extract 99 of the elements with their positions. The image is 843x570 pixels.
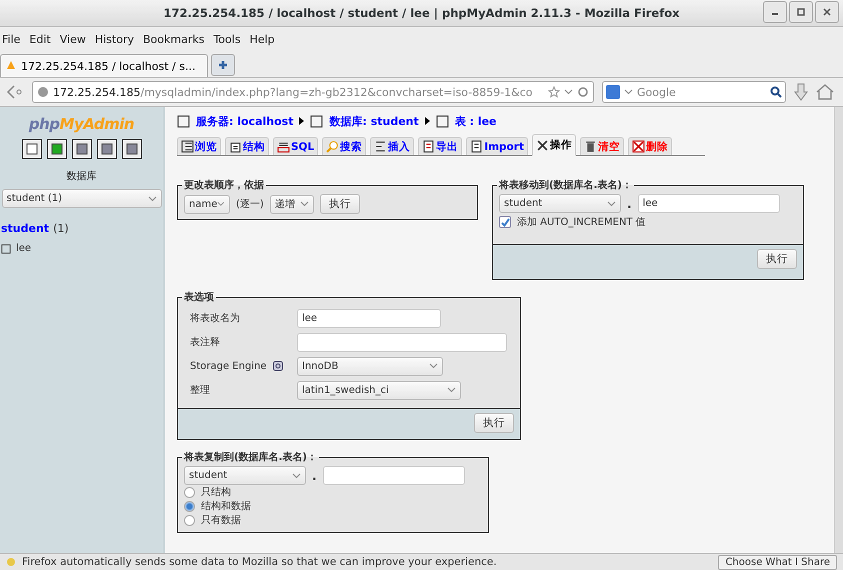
tab[interactable]: 结构 [225, 137, 269, 155]
search-field[interactable]: Google [602, 81, 786, 103]
share-button[interactable]: Choose What I Share [718, 554, 837, 570]
execute-button[interactable]: 执行 [474, 413, 514, 433]
checkbox-label: 添加 AUTO_INCREMENT 值 [517, 216, 646, 229]
order-select[interactable]: 递增 [270, 194, 314, 214]
browser-tab[interactable]: 172.25.254.185 / localhost / s... [0, 54, 208, 77]
menu-item[interactable]: Edit [29, 32, 51, 46]
database-link[interactable]: student [1, 222, 50, 235]
maximize-button[interactable] [789, 1, 813, 23]
execute-button[interactable]: 执行 [320, 194, 360, 214]
panel-legend: 更改表顺序，依据 [182, 178, 266, 192]
logo: phpMyAdmin [28, 115, 134, 133]
field-label: 将表改名为 [190, 312, 240, 325]
radio-button[interactable] [184, 500, 195, 512]
trash-icon [584, 140, 597, 153]
delete-icon [632, 140, 645, 153]
table-link[interactable]: lee [16, 243, 32, 254]
tab[interactable]: 浏览 [177, 137, 221, 155]
database-select[interactable]: student [184, 466, 306, 485]
field-label: 表注释 [190, 336, 220, 349]
import-icon [470, 140, 484, 153]
radio-label: 只有数据 [201, 514, 241, 527]
panel-legend: 表选项 [182, 290, 216, 304]
menu-item[interactable]: Tools [213, 32, 241, 46]
table-count: (1) [53, 222, 69, 235]
caret-icon [564, 89, 573, 95]
close-button[interactable] [815, 1, 839, 23]
field-label: Storage Engine [190, 360, 267, 372]
tab[interactable]: 操作 [532, 134, 576, 156]
table-name-input[interactable] [322, 466, 465, 485]
column-select[interactable]: name [184, 194, 230, 214]
field-label: 整理 [190, 384, 210, 397]
radio-label: 只结构 [201, 486, 231, 499]
checkbox[interactable] [499, 216, 511, 228]
tab[interactable]: 搜索 [322, 137, 366, 155]
minimize-button[interactable] [763, 1, 787, 23]
order-text: (逐一) [236, 198, 264, 211]
star-icon[interactable] [548, 86, 560, 98]
triangle-icon [424, 117, 430, 125]
download-arrow-icon[interactable] [794, 83, 808, 101]
menu-item[interactable]: File [2, 32, 20, 46]
tab-title: 172.25.254.185 / localhost / s... [21, 60, 196, 72]
back-arrow-icon[interactable] [6, 85, 24, 99]
menu-item[interactable]: View [60, 32, 86, 46]
magnifier-icon [326, 140, 340, 153]
caret-icon [447, 387, 456, 393]
execute-button[interactable]: 执行 [757, 249, 797, 269]
tab[interactable]: SQL [273, 137, 318, 155]
maximize-icon [797, 8, 805, 16]
dot-separator: . [312, 468, 317, 482]
radio-label: 结构和数据 [201, 500, 251, 513]
scrollbar[interactable] [834, 107, 843, 553]
google-icon [606, 85, 620, 99]
menu-item[interactable]: Bookmarks [142, 32, 204, 46]
breadcrumb-link[interactable]: 表 : lee [454, 114, 497, 128]
table-name-input[interactable]: lee [638, 194, 780, 213]
menu-item[interactable]: Help [250, 32, 275, 46]
list-icon [181, 140, 194, 153]
dot-separator: . [627, 196, 632, 210]
new-tab-button[interactable] [211, 54, 235, 76]
close-icon [823, 8, 831, 16]
triangle-icon [299, 117, 304, 125]
globe-icon [37, 86, 49, 98]
tab[interactable]: 插入 [370, 137, 414, 155]
database-select[interactable]: student (1) [2, 189, 162, 208]
reload-icon[interactable] [577, 86, 589, 98]
radio-button[interactable] [184, 486, 195, 498]
bulb-icon [6, 557, 16, 567]
export-icon [422, 140, 436, 153]
checkmark-icon [500, 218, 510, 226]
breadcrumb-link[interactable]: 数据库: student [329, 114, 419, 128]
radio-button[interactable] [184, 514, 195, 526]
plus-icon [218, 60, 228, 70]
panel-legend: 将表复制到(数据库名.表名)： [182, 450, 319, 464]
database-select[interactable]: student [499, 194, 621, 213]
window-title: 172.25.254.185 / localhost / student / lee | phpMyAdmin 2.11.3 - Mozilla Firefox [163, 6, 680, 20]
menu-item[interactable]: History [94, 32, 134, 46]
select-field[interactable]: InnoDB [297, 356, 443, 376]
caret-icon [607, 200, 616, 206]
caret-icon [624, 89, 633, 95]
breadcrumb-link[interactable]: 服务器: localhost [196, 114, 294, 128]
tab[interactable]: Import [466, 137, 528, 155]
panel-legend: 将表移动到(数据库名.表名)： [497, 178, 634, 192]
text-input[interactable] [297, 332, 507, 352]
select-field[interactable]: latin1_swedish_ci [297, 380, 461, 400]
database-label: 数据库 [66, 170, 96, 183]
caret-icon [217, 201, 225, 207]
caret-icon [292, 472, 301, 478]
caret-icon [300, 201, 309, 207]
caret-icon [429, 363, 438, 369]
text-input[interactable]: lee [297, 308, 441, 328]
notification-text: Firefox automatically sends some data to Mozilla so that we can improve your experience. [22, 556, 498, 568]
search-icon[interactable] [770, 86, 782, 98]
sail-logo-icon [5, 60, 17, 72]
tab[interactable]: 导出 [418, 137, 462, 155]
caret-icon [148, 196, 156, 202]
address-bar[interactable]: 172.25.254.185/mysqladmin/index.php?lang=zh-gb2312&convcharset=iso-8859-1&co [32, 81, 594, 103]
sql-icon [277, 140, 290, 153]
